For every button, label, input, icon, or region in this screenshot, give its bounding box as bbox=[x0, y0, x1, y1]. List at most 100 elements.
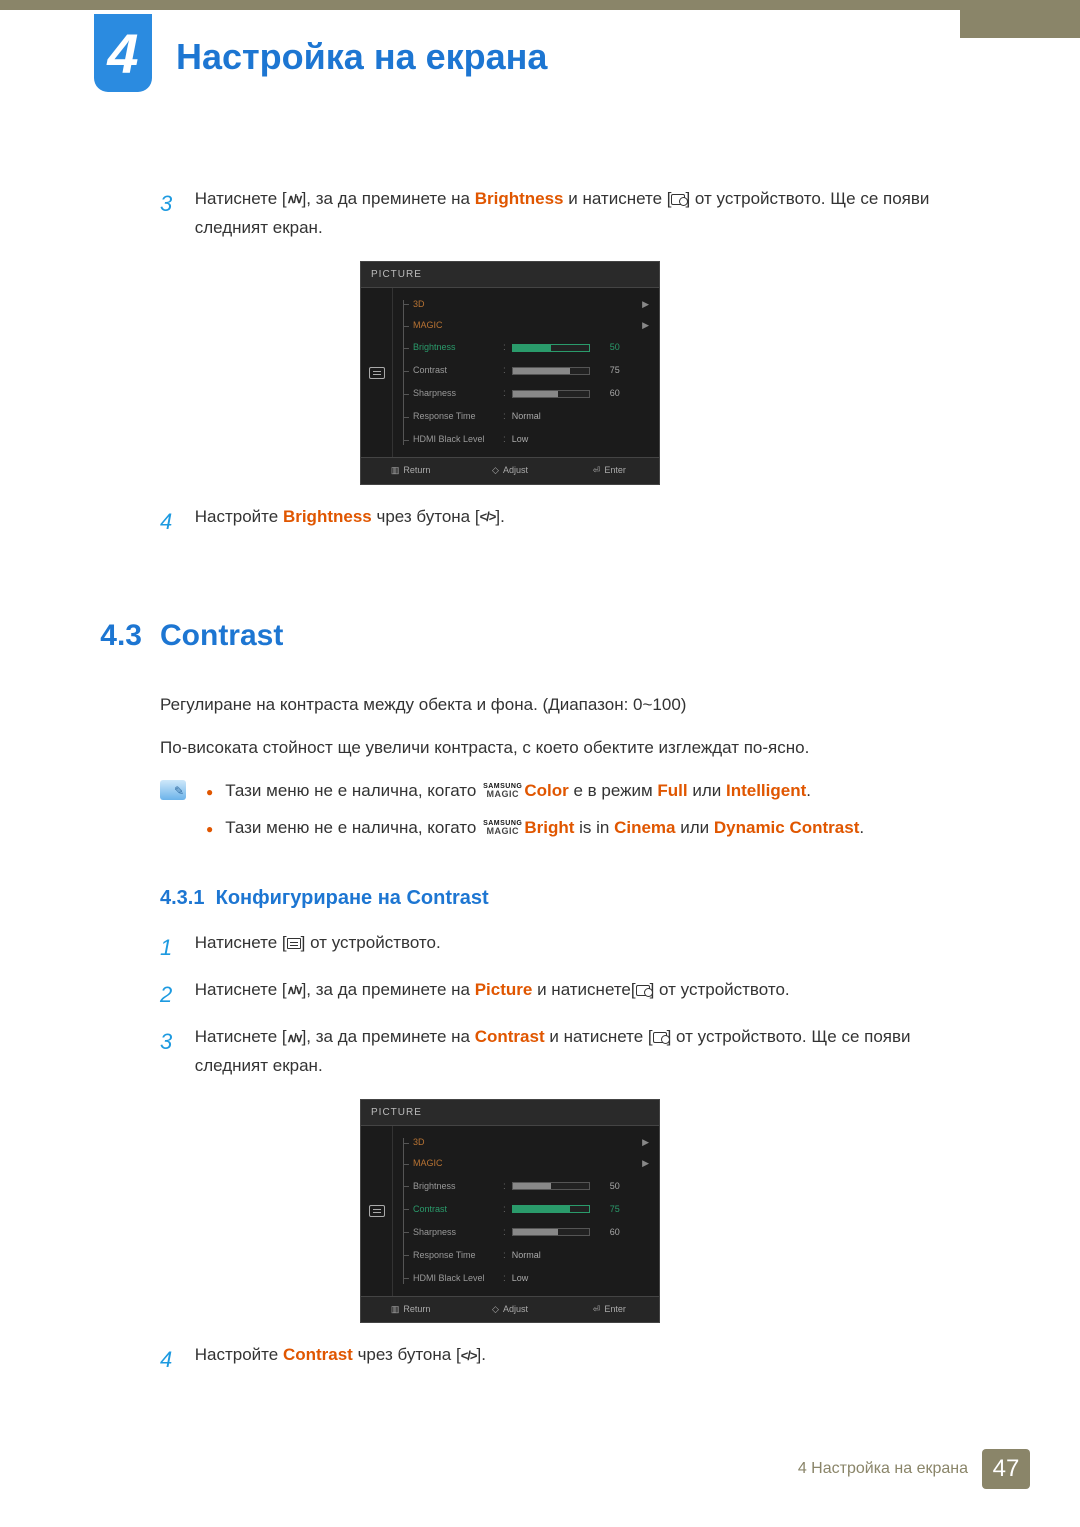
osd-label: HDMI Black Level bbox=[413, 432, 503, 447]
return-icon: ▥ bbox=[391, 1302, 400, 1317]
chevron-right-icon: ▶ bbox=[642, 318, 649, 333]
step-number: 3 bbox=[160, 185, 190, 222]
chevron-right-icon: ▶ bbox=[642, 1135, 649, 1150]
osd-label: MAGIC bbox=[413, 318, 503, 333]
chapter-badge: 4 bbox=[94, 14, 152, 92]
slider-bar bbox=[512, 1228, 590, 1236]
osd-row: 3D▶ bbox=[393, 294, 659, 315]
slider-bar bbox=[512, 367, 590, 375]
bullet-icon: ● bbox=[206, 782, 213, 802]
paragraph: По-високата стойност ще увеличи контраст… bbox=[160, 734, 960, 763]
hl: Picture bbox=[475, 980, 533, 999]
hl: Contrast bbox=[475, 1027, 545, 1046]
t: ], за да преминете на bbox=[302, 189, 475, 208]
subsection-number: 4.3.1 bbox=[160, 887, 204, 909]
osd-value: Normal bbox=[512, 1248, 541, 1263]
osd-label: Brightness bbox=[413, 1179, 503, 1194]
osd-label: Contrast bbox=[413, 1202, 503, 1217]
t: ]. bbox=[495, 507, 504, 526]
t: Тази меню не е налична, когато bbox=[225, 781, 481, 800]
t: ]. bbox=[476, 1345, 485, 1364]
osd-rows: 3D▶MAGIC▶Brightness:50Contrast:75Sharpne… bbox=[393, 288, 659, 458]
osd-screenshot-contrast: PICTURE 3D▶ MAGIC ▶ Brightness:50Contrast:7… bbox=[360, 1099, 660, 1323]
enter-icon bbox=[653, 1032, 667, 1043]
osd-label: MAGIC bbox=[413, 1156, 503, 1171]
t: Настройте bbox=[195, 507, 283, 526]
adjust-icon: ◇ bbox=[492, 1302, 499, 1317]
osd-row: 3D▶ bbox=[393, 1132, 659, 1153]
return-label: Return bbox=[403, 463, 430, 478]
samsung-magic-icon: SAMSUNGMAGIC bbox=[483, 821, 522, 835]
step-1: 1 Натиснете [] от устройството. bbox=[160, 929, 960, 966]
hl: Color bbox=[524, 781, 568, 800]
osd-row: MAGIC ▶ bbox=[393, 315, 659, 336]
step-number: 4 bbox=[160, 1341, 190, 1378]
osd-row: Sharpness:60 bbox=[393, 1221, 659, 1244]
samsung-magic-icon: SAMSUNGMAGIC bbox=[483, 784, 522, 798]
note-icon bbox=[160, 780, 186, 800]
osd-label: Sharpness bbox=[413, 1225, 503, 1240]
t: или bbox=[676, 818, 714, 837]
osd-label: Response Time bbox=[413, 1248, 503, 1263]
osd-footer: ▥Return ◇Adjust ⏎Enter bbox=[361, 457, 659, 483]
bullet-icon: ● bbox=[206, 819, 213, 839]
chapter-title: Настройка на екрана bbox=[176, 36, 547, 78]
t: ] от устройството. bbox=[650, 980, 790, 999]
t: Настройте bbox=[195, 1345, 283, 1364]
page-footer: 4 Настройка на екрана 47 bbox=[798, 1449, 1030, 1489]
section-heading: 4.3 Contrast bbox=[160, 610, 960, 661]
step-4-top: 4 Настройте Brightness чрез бутона [</>]… bbox=[160, 503, 960, 540]
osd-row: Brightness:50 bbox=[393, 1175, 659, 1198]
osd-label: Sharpness bbox=[413, 386, 503, 401]
t: или bbox=[688, 781, 726, 800]
osd-rows: 3D▶MAGIC▶Brightness:50Contrast:75Sharpne… bbox=[393, 1126, 659, 1296]
step-3-top: 3 Натиснете [∧/∨], за да преминете на Br… bbox=[160, 185, 960, 243]
enter-icon bbox=[636, 985, 650, 996]
slider-bar bbox=[512, 1182, 590, 1190]
osd-title: PICTURE bbox=[361, 262, 659, 288]
hl: Bright bbox=[524, 818, 574, 837]
enter-label: Enter bbox=[604, 463, 626, 478]
osd-row: Contrast:75 bbox=[393, 1198, 659, 1221]
slider-value: 60 bbox=[598, 386, 620, 401]
step-number: 1 bbox=[160, 929, 190, 966]
hl: Intelligent bbox=[726, 781, 806, 800]
step-2: 2 Натиснете [∧/∨], за да преминете на Pi… bbox=[160, 976, 960, 1013]
paragraph: Регулиране на контраста между обекта и ф… bbox=[160, 691, 960, 720]
osd-title: PICTURE bbox=[361, 1100, 659, 1126]
hl: Brightness bbox=[475, 189, 564, 208]
osd-footer: ▥Return ◇Adjust ⏎Enter bbox=[361, 1296, 659, 1322]
note-line: ● Тази меню не е налична, когато SAMSUNG… bbox=[206, 777, 960, 806]
osd-value: Normal bbox=[512, 409, 541, 424]
step-text: Настройте Brightness чрез бутона [</>]. bbox=[195, 503, 955, 532]
page-number-badge: 47 bbox=[982, 1449, 1030, 1489]
t: и натиснете [ bbox=[564, 189, 672, 208]
step-text: Натиснете [∧/∨], за да преминете на Brig… bbox=[195, 185, 955, 243]
step-number: 3 bbox=[160, 1023, 190, 1060]
chevron-right-icon: ▶ bbox=[642, 1156, 649, 1171]
osd-row: Brightness:50 bbox=[393, 336, 659, 359]
slider-value: 60 bbox=[598, 1225, 620, 1240]
osd-label: Brightness bbox=[413, 340, 503, 355]
osd-value: Low bbox=[512, 1271, 529, 1286]
hl: Brightness bbox=[283, 507, 372, 526]
slider-bar bbox=[512, 1205, 590, 1213]
page-content: 3 Натиснете [∧/∨], за да преминете на Br… bbox=[160, 185, 960, 1388]
menu-icon bbox=[287, 938, 301, 949]
hl: Cinema bbox=[614, 818, 675, 837]
up-down-icon: ∧/∨ bbox=[287, 980, 302, 1000]
hl: Full bbox=[657, 781, 687, 800]
enter-icon bbox=[671, 194, 685, 205]
slider-value: 50 bbox=[598, 340, 620, 355]
osd-category-icon bbox=[361, 1126, 393, 1296]
osd-category-icon bbox=[361, 288, 393, 458]
t: Натиснете [ bbox=[195, 980, 287, 999]
osd-row: HDMI Black Level:Low bbox=[393, 428, 659, 451]
osd-row: Sharpness:60 bbox=[393, 382, 659, 405]
t: is in bbox=[574, 818, 614, 837]
top-bar bbox=[0, 0, 1080, 10]
osd-value: Low bbox=[512, 432, 529, 447]
adjust-label: Adjust bbox=[503, 1302, 528, 1317]
step-text: Натиснете [∧/∨], за да преминете на Pict… bbox=[195, 976, 955, 1005]
section-number: 4.3 bbox=[90, 610, 160, 661]
